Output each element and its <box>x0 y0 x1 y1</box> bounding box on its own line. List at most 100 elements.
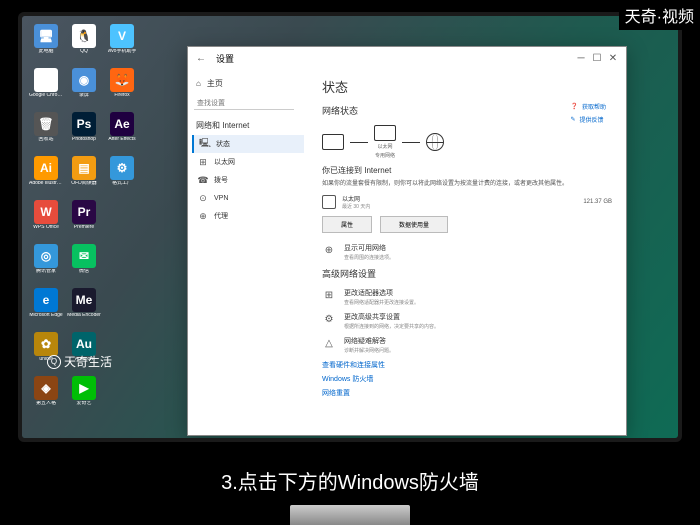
icon-label: 第五人格 <box>36 401 56 406</box>
back-button[interactable]: ← <box>194 51 208 65</box>
icon-label: Adobe Illustrator <box>29 181 63 186</box>
desktop-icon[interactable]: ▤OFD阅读器 <box>66 156 102 198</box>
app-icon: V <box>110 24 134 48</box>
icon-label: WPS Office <box>33 225 59 230</box>
app-icon: ◈ <box>34 376 58 400</box>
logo-icon: Q <box>47 355 61 369</box>
desktop-icon[interactable]: 🗑回收站 <box>28 112 64 154</box>
get-help-link[interactable]: ❓获取帮助 <box>571 102 607 111</box>
wifi-icon: ⊕ <box>322 243 336 257</box>
connected-desc: 如果你的流量套餐有限制，则你可以将此网络设置为按流量计费的连接，或者更改其他属性… <box>322 180 612 188</box>
desktop-icon[interactable]: 🦊Firefox <box>104 68 140 110</box>
settings-window: ← 设置 ─ ☐ ✕ ⌂ 主页 网络和 Internet 🖳状态 <box>187 46 627 436</box>
icon-label: Photoshop <box>72 137 96 142</box>
section-network-status: 网络状态 <box>322 104 612 117</box>
watermark-bottom-left: Q 天奇生活 <box>47 353 112 370</box>
titlebar: ← 设置 ─ ☐ ✕ <box>188 47 626 69</box>
setting-item[interactable]: △网络疑难解答诊断并解决网络问题。 <box>322 336 612 354</box>
setting-item[interactable]: ⊞更改适配器选项查看网络适配器并更改连接设置。 <box>322 288 612 306</box>
minimize-button[interactable]: ─ <box>574 51 588 65</box>
desktop-icon[interactable]: 🖥此电脑 <box>28 24 64 66</box>
desktop-icon[interactable]: PsPhotoshop <box>66 112 102 154</box>
data-usage-button[interactable]: 数据使用量 <box>380 216 448 233</box>
app-icon: W <box>34 200 58 224</box>
show-networks[interactable]: ⊕ 显示可用网络 查看周围的连接选项。 <box>322 243 612 261</box>
watermark-top-right: 天奇·视频 <box>619 0 700 30</box>
nav-item[interactable]: ⊕代理 <box>192 207 304 225</box>
desktop-icon[interactable]: PrPremiere <box>66 200 102 242</box>
desktop-icon[interactable]: MeMedia Encoder <box>66 288 102 330</box>
desktop-icon[interactable]: ✉微信 <box>66 244 102 286</box>
nav-item[interactable]: ⊞以太网 <box>192 153 304 171</box>
desktop-icon[interactable]: eMicrosoft Edge <box>28 288 64 330</box>
network-diagram: 以太网 专用网络 <box>322 125 612 159</box>
settings-link[interactable]: 网络重置 <box>322 388 612 398</box>
desktop-icon[interactable]: ◈第五人格 <box>28 376 64 418</box>
pc-icon <box>322 134 344 150</box>
nav-item[interactable]: 🖳状态 <box>192 135 304 153</box>
app-icon: ◉ <box>34 68 58 92</box>
app-icon: Pr <box>72 200 96 224</box>
icon-label: OFD阅读器 <box>71 181 97 186</box>
nav-item[interactable]: ⊙VPN <box>192 189 304 207</box>
maximize-button[interactable]: ☐ <box>590 51 604 65</box>
close-button[interactable]: ✕ <box>606 51 620 65</box>
section-advanced: 高级网络设置 <box>322 267 612 280</box>
app-icon: Ae <box>110 112 134 136</box>
desktop-icon[interactable]: ◎腾讯管家 <box>28 244 64 286</box>
globe-icon <box>426 133 444 151</box>
nav-icon: ☎ <box>198 175 208 185</box>
setting-item[interactable]: ⚙更改高级共享设置根据所连接到的网络，决定要共享的内容。 <box>322 312 612 330</box>
app-icon: ◎ <box>34 244 58 268</box>
icon-label: 此电脑 <box>38 49 53 54</box>
app-icon: ▶ <box>72 376 96 400</box>
icon-label: Firefox <box>114 93 129 98</box>
nav-icon: 🖳 <box>200 139 210 149</box>
desktop-icon[interactable]: WWPS Office <box>28 200 64 242</box>
ethernet-icon <box>322 195 336 209</box>
desktop-icon[interactable]: ◉Google Chrome <box>28 68 64 110</box>
desktop-icon[interactable]: ▶爱奇艺 <box>66 376 102 418</box>
sidebar: ⌂ 主页 网络和 Internet 🖳状态⊞以太网☎拨号⊙VPN⊕代理 <box>188 69 308 435</box>
app-icon: Me <box>72 288 96 312</box>
nav-item[interactable]: ☎拨号 <box>192 171 304 189</box>
app-icon: e <box>34 288 58 312</box>
desktop-icon[interactable]: ◉录屏 <box>66 68 102 110</box>
properties-button[interactable]: 属性 <box>322 216 372 233</box>
content-area: ❓获取帮助 ✎提供反馈 状态 网络状态 以太网 专用网络 <box>308 69 626 435</box>
setting-icon: ⊞ <box>322 288 336 302</box>
icon-label: 微信 <box>79 269 89 274</box>
app-icon: 🖥 <box>34 24 58 48</box>
desktop-icon[interactable]: AeAfter Effects <box>104 112 140 154</box>
settings-link[interactable]: Windows 防火墙 <box>322 374 612 384</box>
desktop-icon[interactable]: 🐧QQ <box>66 24 102 66</box>
usage-row: 以太网 最近 30 天内 121.37 GB <box>322 194 612 210</box>
app-icon: ▤ <box>72 156 96 180</box>
icon-label: vivo手机助手 <box>108 49 137 54</box>
desktop-icon[interactable]: Vvivo手机助手 <box>104 24 140 66</box>
icon-label: 爱奇艺 <box>76 401 91 406</box>
search-input[interactable] <box>194 98 294 110</box>
router-icon <box>374 125 396 141</box>
screen: 🖥此电脑◉Google Chrome🗑回收站AiAdobe Illustrato… <box>22 16 678 438</box>
icon-label: Google Chrome <box>29 93 63 98</box>
home-button[interactable]: ⌂ 主页 <box>192 75 304 92</box>
icon-label: 格式工厂 <box>112 181 132 186</box>
desktop-icon[interactable]: ⚙格式工厂 <box>104 156 140 198</box>
app-icon: Ps <box>72 112 96 136</box>
desktop-icon[interactable]: AiAdobe Illustrator <box>28 156 64 198</box>
icon-label: Premiere <box>74 225 94 230</box>
monitor-stand <box>290 505 410 525</box>
help-icon: ❓ <box>571 103 578 110</box>
app-icon: 🦊 <box>110 68 134 92</box>
icon-label: Media Encoder <box>67 313 101 318</box>
app-icon: 🗑 <box>34 112 58 136</box>
feedback-link[interactable]: ✎提供反馈 <box>571 115 607 124</box>
app-icon: ⚙ <box>110 156 134 180</box>
app-icon: Ai <box>34 156 58 180</box>
app-icon: 🐧 <box>72 24 96 48</box>
nav-icon: ⊞ <box>198 157 208 167</box>
icon-label: Microsoft Edge <box>29 313 62 318</box>
settings-link[interactable]: 查看硬件和连接属性 <box>322 360 612 370</box>
feedback-icon: ✎ <box>571 116 576 123</box>
